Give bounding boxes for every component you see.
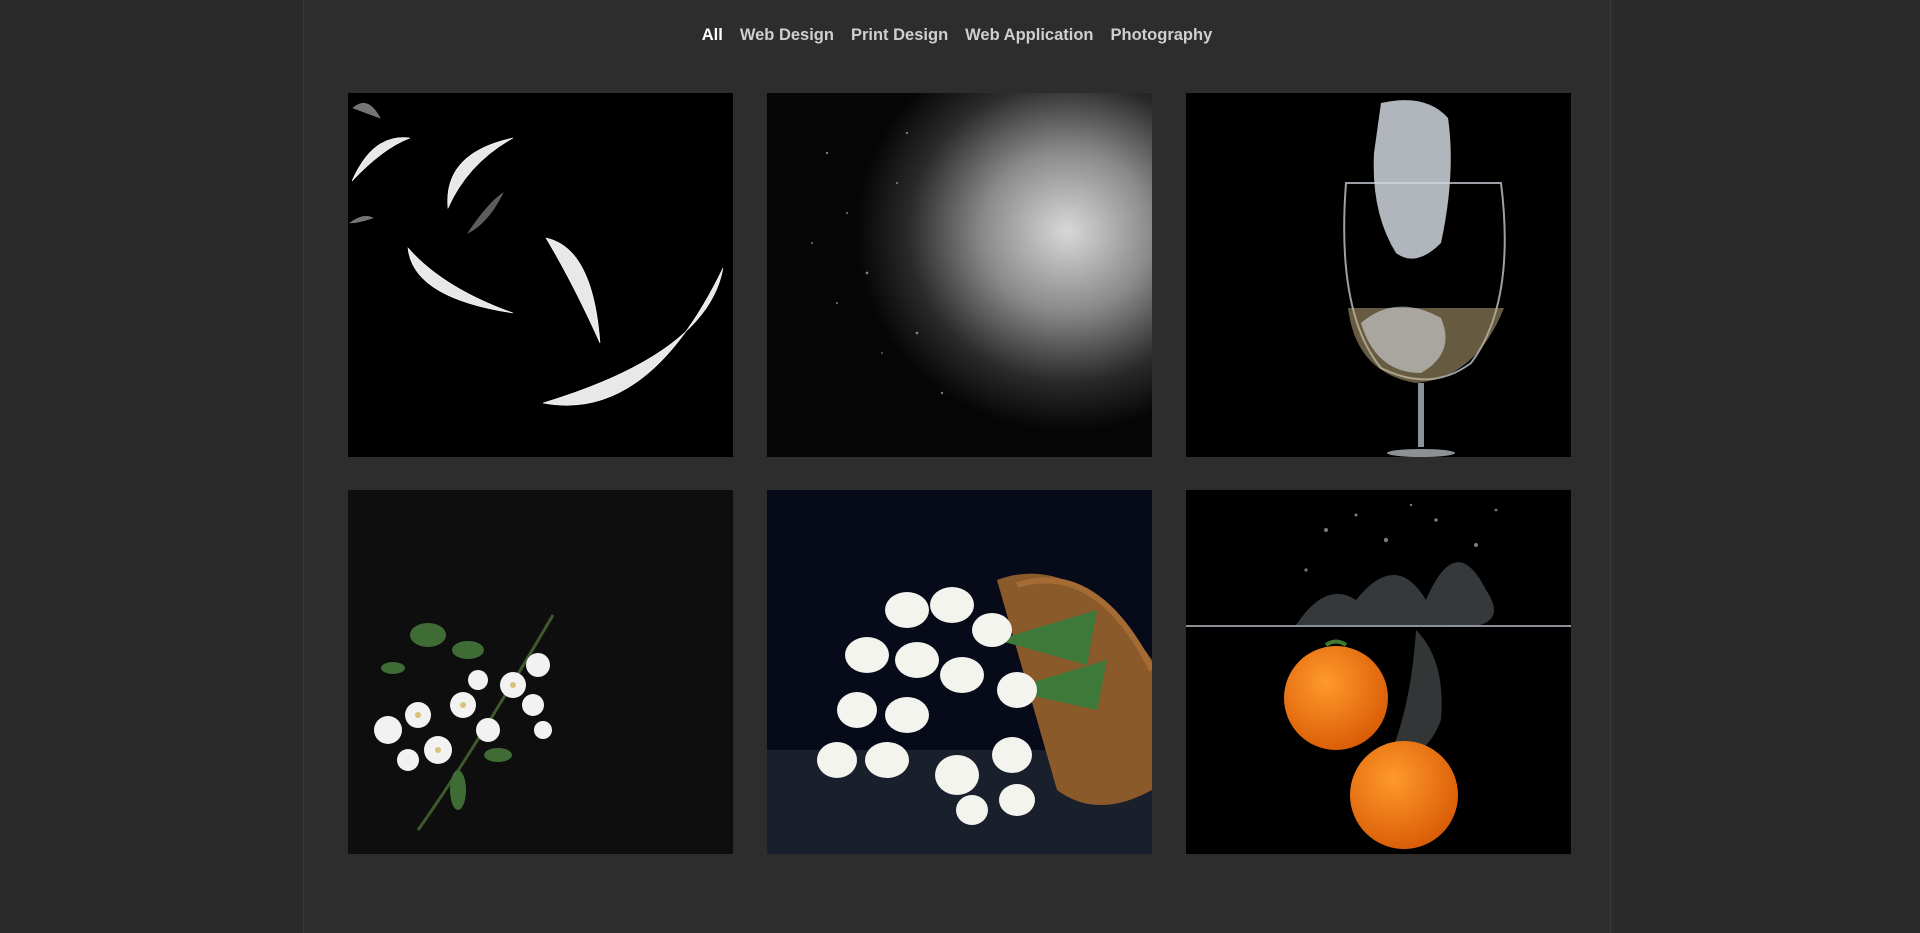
blossom-image [348, 490, 733, 854]
main-container: All Web Design Print Design Web Applicat… [303, 0, 1611, 933]
filter-web-design[interactable]: Web Design [740, 22, 834, 48]
tulips-image [767, 490, 1152, 854]
portfolio-grid [348, 93, 1571, 854]
filter-all[interactable]: All [702, 22, 723, 48]
portfolio-item-feathers[interactable] [348, 93, 733, 457]
powder-image [767, 93, 1152, 457]
portfolio-filter-bar: All Web Design Print Design Web Applicat… [304, 22, 1610, 48]
portfolio-item-powder[interactable] [767, 93, 1152, 457]
filter-print-design[interactable]: Print Design [851, 22, 948, 48]
portfolio-item-tomatoes[interactable] [1186, 490, 1571, 854]
tomatoes-image [1186, 490, 1571, 854]
filter-web-application[interactable]: Web Application [965, 22, 1093, 48]
ice-glass-image [1186, 93, 1571, 457]
filter-photography[interactable]: Photography [1111, 22, 1213, 48]
portfolio-item-blossom[interactable] [348, 490, 733, 854]
portfolio-item-ice-glass[interactable] [1186, 93, 1571, 457]
feathers-image [348, 93, 733, 457]
portfolio-item-tulips[interactable] [767, 490, 1152, 854]
page: All Web Design Print Design Web Applicat… [0, 0, 1920, 933]
